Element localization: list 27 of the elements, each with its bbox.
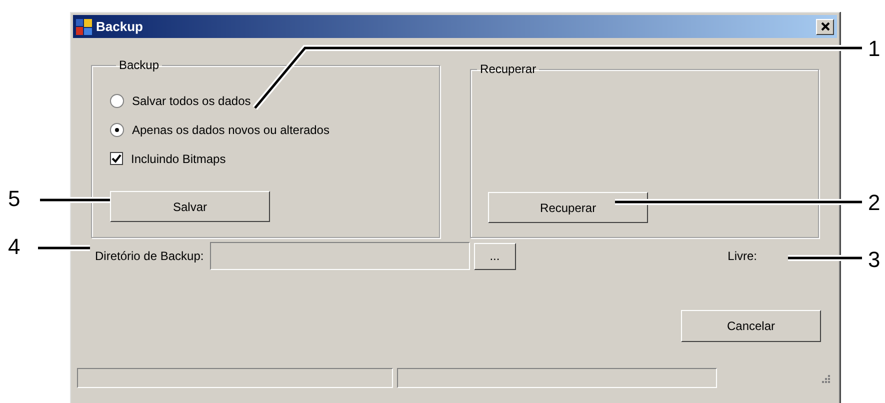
browse-button[interactable]: ... (474, 242, 516, 270)
radio-button[interactable] (110, 94, 124, 108)
resize-grip-icon[interactable] (820, 372, 831, 384)
callout-number: 5 (8, 187, 20, 211)
close-icon (820, 22, 830, 31)
leader-line (40, 197, 110, 203)
callout-number: 4 (8, 235, 20, 259)
checkbox-label: Incluindo Bitmaps (131, 152, 226, 166)
callout-number: 3 (868, 248, 880, 272)
callout-number: 2 (868, 191, 880, 215)
radio-button[interactable] (110, 122, 124, 136)
free-space-label: Livre: (728, 249, 757, 263)
option-label: Apenas os dados novos ou alterados (132, 122, 330, 136)
option-label: Salvar todos os dados (132, 94, 251, 108)
leader-line (38, 245, 90, 251)
app-icon (76, 18, 92, 34)
save-button[interactable]: Salvar (110, 191, 270, 222)
window-title: Backup (96, 19, 144, 34)
group-title: Recuperar (479, 62, 538, 76)
cancel-button[interactable]: Cancelar (681, 310, 821, 342)
directory-field[interactable] (210, 242, 470, 270)
directory-label: Diretório de Backup: (95, 249, 204, 263)
callout-number: 1 (868, 37, 880, 61)
checkbox[interactable] (110, 152, 123, 165)
close-button[interactable] (816, 18, 834, 34)
restore-button[interactable]: Recuperar (488, 192, 648, 223)
group-title: Backup (118, 58, 160, 72)
